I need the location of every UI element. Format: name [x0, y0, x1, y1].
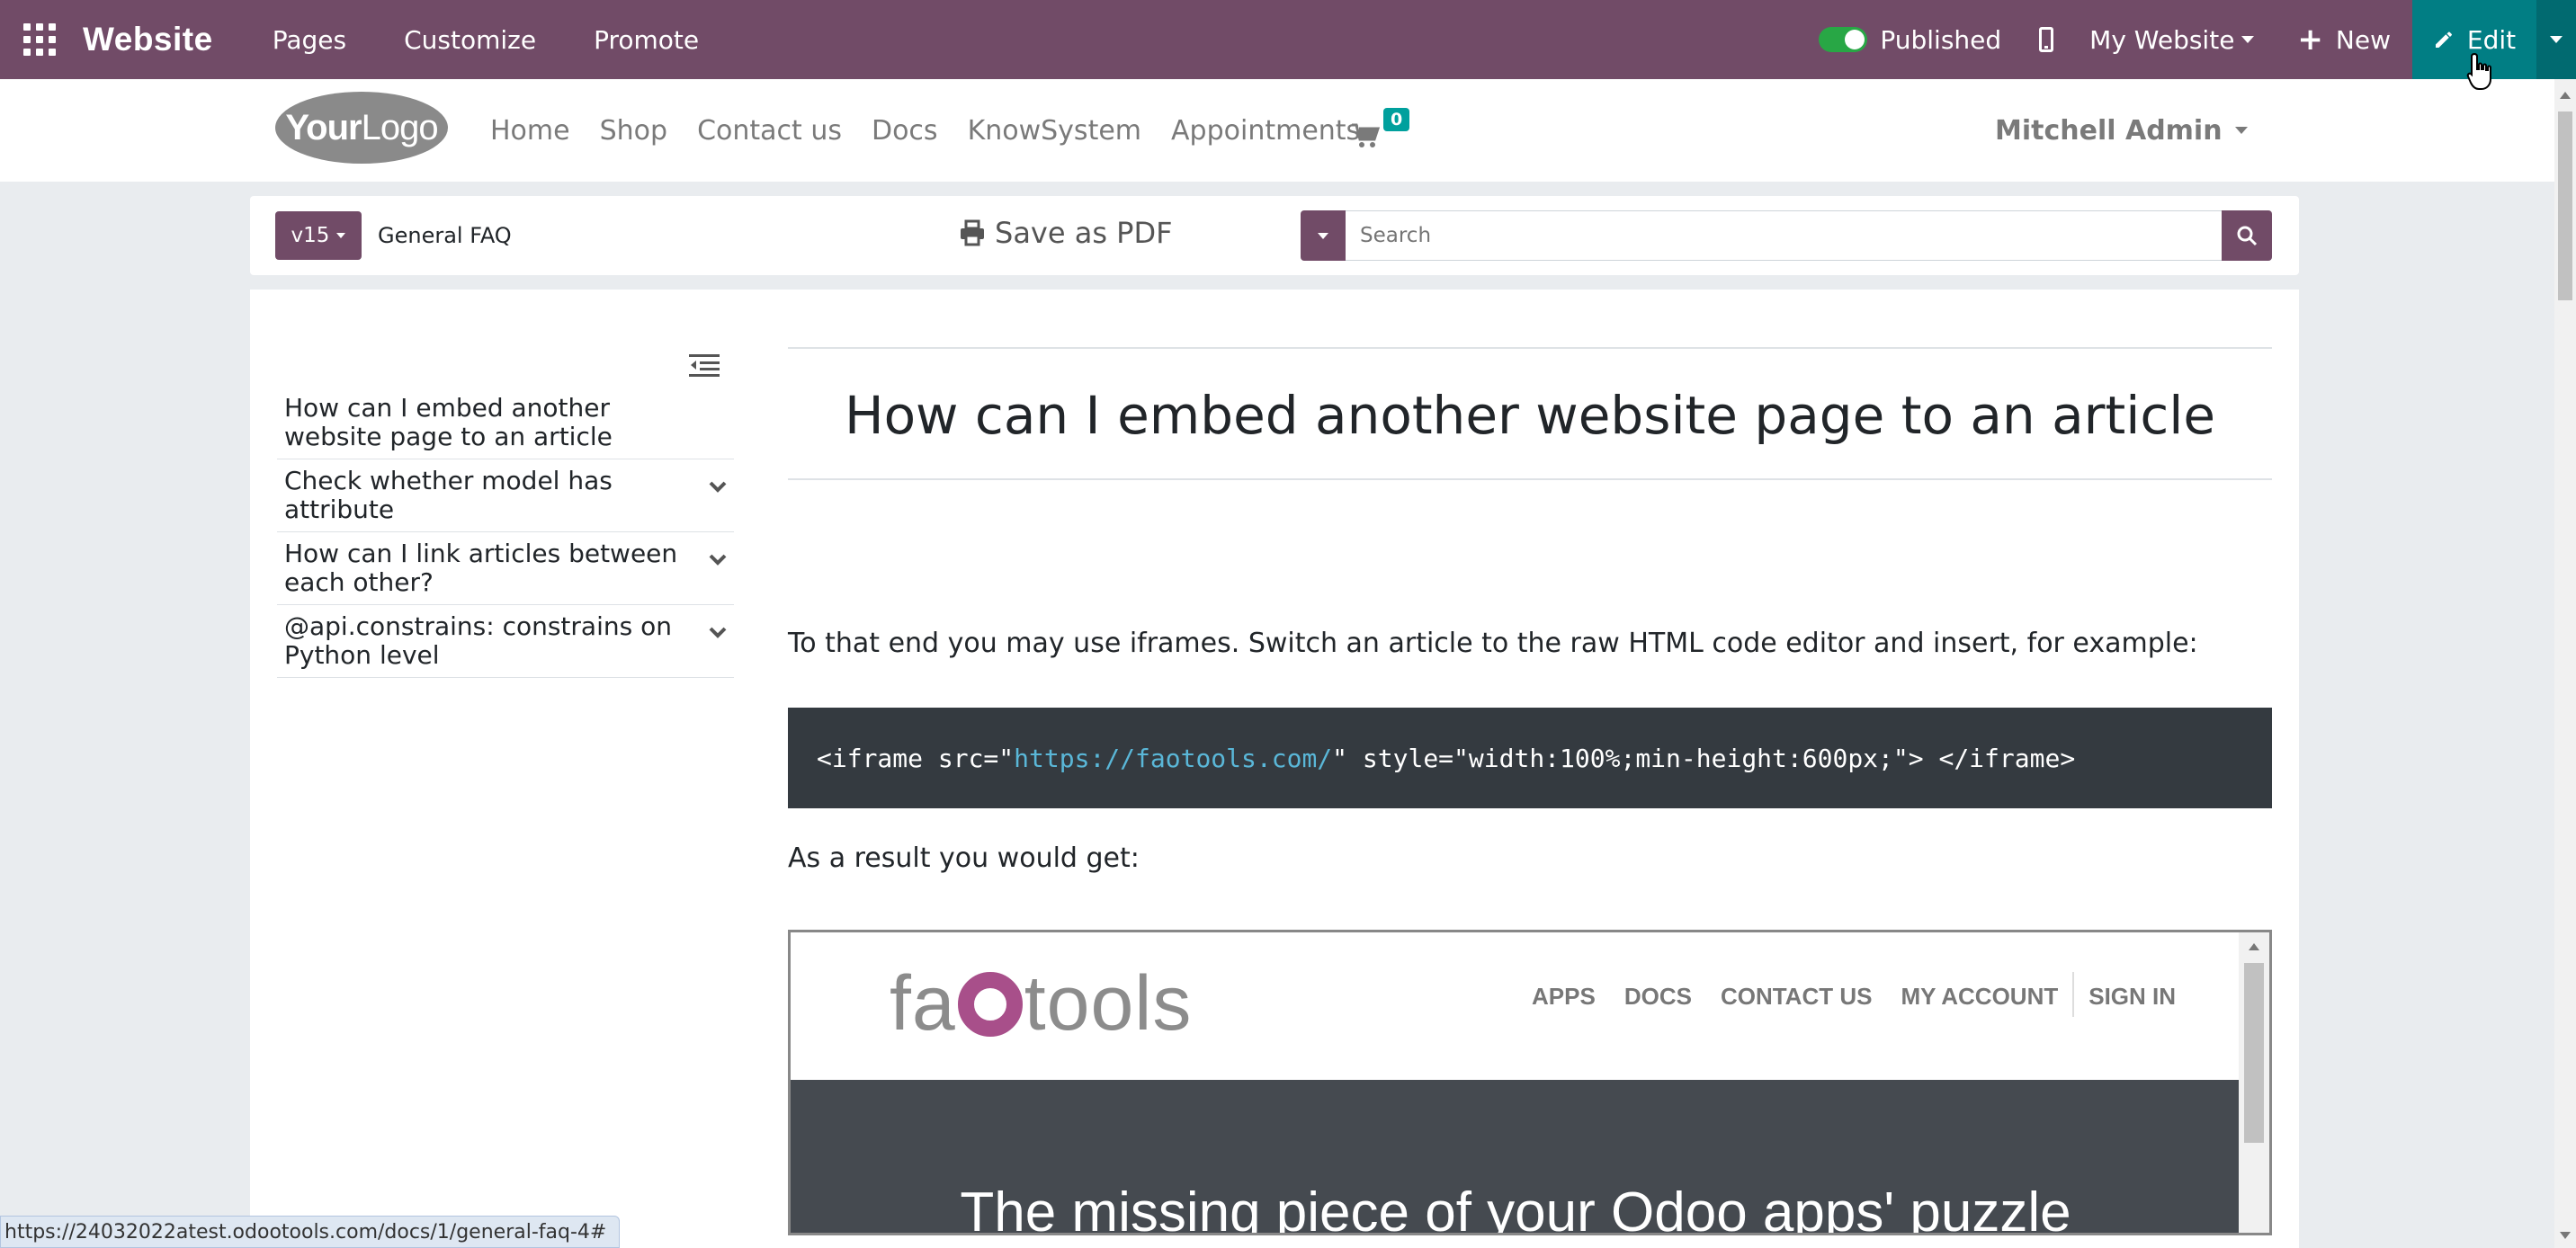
toc-item[interactable]: Check whether model has attribute	[277, 459, 734, 532]
article-title: How can I embed another website page to …	[844, 385, 2216, 446]
doc-title[interactable]: General FAQ	[378, 223, 512, 248]
scroll-up-arrow-icon[interactable]	[2249, 943, 2259, 950]
website-switcher-label: My Website	[2089, 24, 2235, 55]
nav-appointments[interactable]: Appointments	[1171, 115, 1360, 147]
table-of-contents: How can I embed another website page to …	[277, 387, 734, 678]
menu-promote[interactable]: Promote	[565, 25, 728, 55]
toc-item[interactable]: How can I embed another website page to …	[277, 387, 734, 459]
chevron-down-icon[interactable]	[709, 481, 727, 494]
nav-docs[interactable]: Docs	[872, 115, 938, 147]
chevron-down-icon[interactable]	[709, 627, 727, 639]
new-button[interactable]: + New	[2297, 24, 2391, 55]
iframe-nav: APPS DOCS CONTACT US MY ACCOUNT SIGN IN	[1517, 972, 2190, 1017]
version-dropdown[interactable]: v15	[275, 211, 362, 260]
toc-item-label: How can I link articles between each oth…	[284, 539, 678, 597]
search-options-dropdown[interactable]	[1301, 210, 1346, 261]
caret-down-icon	[2550, 36, 2563, 43]
logo-text-bold: Your	[285, 107, 362, 147]
shopping-cart-icon	[1352, 123, 1380, 147]
toc-item-label: @api.constrains: constrains on Python le…	[284, 611, 672, 670]
edit-label: Edit	[2466, 24, 2517, 55]
version-label: v15	[291, 224, 330, 247]
toc-collapse-icon[interactable]	[689, 352, 720, 378]
toc-item[interactable]: How can I link articles between each oth…	[277, 532, 734, 605]
plus-icon: +	[2297, 22, 2323, 58]
scroll-up-arrow-icon[interactable]	[2560, 92, 2571, 99]
iframe-scrollbar-thumb[interactable]	[2244, 963, 2264, 1143]
admin-actions: Published My Website + New Edit	[1819, 0, 2576, 79]
doc-content: How can I embed another website page to …	[250, 290, 2299, 1248]
iframe-scrollbar[interactable]	[2239, 932, 2269, 1233]
mobile-preview-icon[interactable]	[2039, 27, 2054, 52]
nav-home[interactable]: Home	[490, 115, 570, 147]
caret-down-icon	[2241, 36, 2255, 43]
admin-navbar: Website Pages Customize Promote Publishe…	[0, 0, 2576, 79]
caret-down-icon	[336, 233, 346, 238]
iframe-nav-sign-in[interactable]: SIGN IN	[2089, 983, 2176, 1017]
toc-item-label: How can I embed another website page to …	[284, 393, 613, 451]
admin-menu: Pages Customize Promote	[244, 25, 728, 55]
iframe-header: fa tools APPS DOCS CONTACT US MY ACCOUNT…	[791, 932, 2241, 1080]
save-as-pdf-button[interactable]: Save as PDF	[959, 216, 1173, 250]
code-block: <iframe src=" https://faotools.com/" styl…	[788, 708, 2272, 808]
iframe-nav-apps[interactable]: APPS	[1532, 983, 1596, 1017]
website-switcher[interactable]: My Website	[2089, 24, 2255, 55]
code-url: https://faotools.com/	[1014, 743, 1333, 773]
article-body: How can I embed another website page to …	[788, 347, 2272, 1235]
scroll-down-arrow-icon[interactable]	[2560, 1232, 2571, 1239]
save-as-pdf-label: Save as PDF	[995, 216, 1173, 250]
website-header: Your Logo Home Shop Contact us Docs KnowS…	[0, 79, 2554, 182]
nav-shop[interactable]: Shop	[600, 115, 667, 147]
caret-down-icon	[2234, 127, 2248, 134]
iframe-nav-contact-us[interactable]: CONTACT US	[1721, 983, 1873, 1017]
chevron-down-icon[interactable]	[709, 554, 727, 566]
result-text: As a result you would get:	[788, 842, 1140, 874]
status-url-bar: https://24032022atest.odootools.com/docs…	[0, 1216, 621, 1248]
iframe-nav-my-account[interactable]: MY ACCOUNT	[1901, 983, 2058, 1017]
faotools-logo[interactable]: fa tools	[890, 959, 1192, 1048]
docs-toolbar: v15 General FAQ Save as PDF	[250, 196, 2299, 275]
logo-text-right: tools	[1024, 960, 1193, 1047]
embedded-iframe[interactable]: fa tools APPS DOCS CONTACT US MY ACCOUNT…	[788, 930, 2272, 1235]
app-brand[interactable]: Website	[83, 21, 213, 58]
code-text-end: " style="width:100%;min-height:600px;"> …	[1332, 743, 2076, 773]
logo-o-circle-icon	[957, 971, 1023, 1037]
menu-pages[interactable]: Pages	[244, 25, 375, 55]
code-text-start: <iframe src="	[817, 743, 1015, 773]
iframe-hero: The missing piece of your Odoo apps' puz…	[791, 1080, 2241, 1235]
published-toggle[interactable]	[1819, 27, 1868, 52]
logo-text: Logo	[361, 107, 439, 147]
apps-menu-icon[interactable]	[23, 23, 56, 56]
menu-customize[interactable]: Customize	[375, 25, 565, 55]
pencil-icon	[2435, 31, 2452, 48]
search-input[interactable]	[1346, 210, 2222, 261]
user-menu[interactable]: Mitchell Admin	[1995, 79, 2248, 182]
search-button[interactable]	[2222, 210, 2272, 261]
printer-icon	[961, 219, 984, 246]
user-name: Mitchell Admin	[1995, 114, 2223, 147]
nav-contact-us[interactable]: Contact us	[697, 115, 842, 147]
published-label[interactable]: Published	[1880, 25, 2001, 55]
site-main-nav: Home Shop Contact us Docs KnowSystem App…	[490, 79, 1390, 182]
caret-down-icon	[1318, 232, 1328, 239]
hand-pointer-cursor-icon	[2466, 52, 2491, 90]
edit-dropdown-toggle[interactable]	[2536, 0, 2576, 79]
scrollbar-thumb[interactable]	[2558, 111, 2572, 300]
toc-item[interactable]: @api.constrains: constrains on Python le…	[277, 605, 734, 678]
logo-text-left: fa	[890, 960, 956, 1047]
iframe-nav-docs[interactable]: DOCS	[1624, 983, 1692, 1017]
divider	[788, 478, 2272, 480]
toc-item-label: Check whether model has attribute	[284, 466, 613, 524]
nav-separator	[2072, 972, 2075, 1017]
page-scrollbar[interactable]	[2554, 79, 2576, 1248]
search-icon	[2237, 226, 2258, 246]
nav-knowsystem[interactable]: KnowSystem	[968, 115, 1141, 147]
iframe-hero-heading: The missing piece of your Odoo apps' puz…	[960, 1181, 2071, 1235]
new-label: New	[2335, 24, 2391, 55]
site-logo[interactable]: Your Logo	[275, 92, 448, 164]
article-intro: To that end you may use iframes. Switch …	[788, 628, 2198, 659]
cart-link[interactable]: 0	[1351, 108, 1410, 149]
search-group	[1301, 210, 2272, 261]
cart-count-badge: 0	[1383, 108, 1410, 131]
